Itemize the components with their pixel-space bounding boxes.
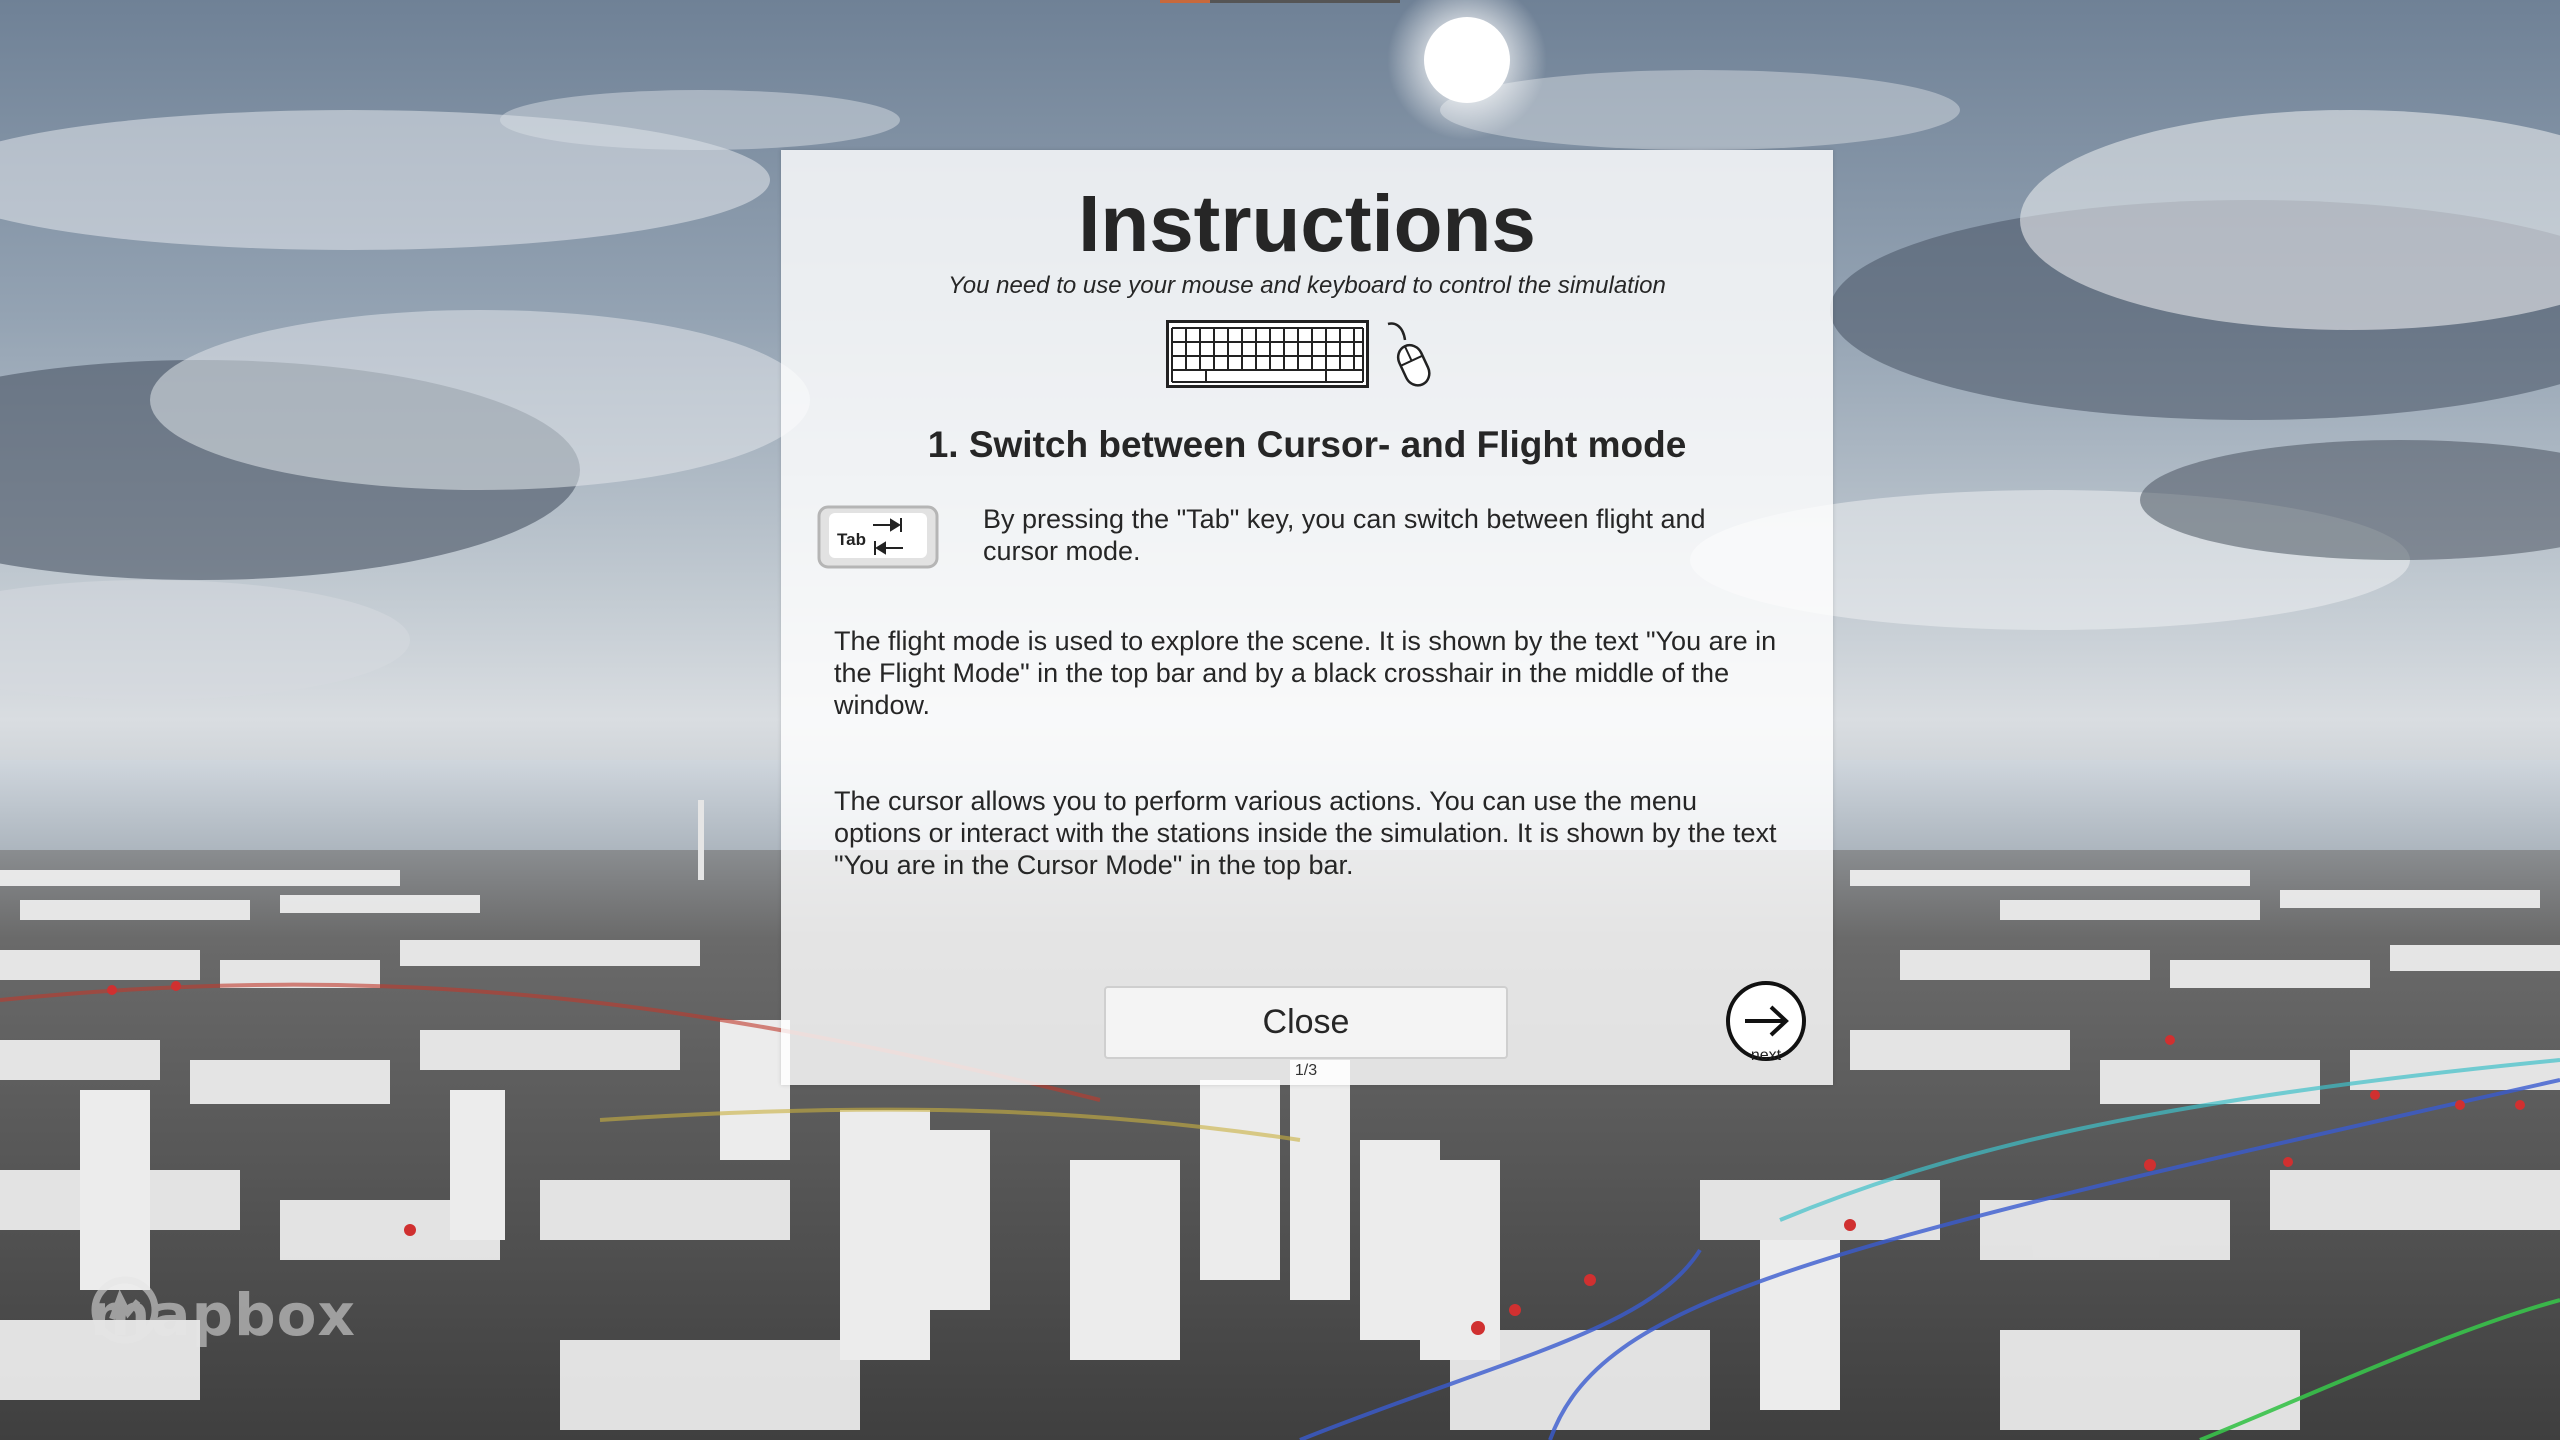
tv-tower	[698, 800, 704, 880]
tab-key-icon: Tab	[817, 505, 939, 569]
instructions-dialog: Instructions You need to use your mouse …	[781, 150, 1833, 1085]
page-indicator: 1/3	[1294, 1062, 1318, 1079]
cursor-mode-description: The cursor allows you to perform various…	[834, 786, 1777, 880]
dialog-title: Instructions	[1078, 179, 1536, 268]
section-heading: 1. Switch between Cursor- and Flight mod…	[927, 424, 1687, 465]
keyboard-icon	[1166, 320, 1369, 388]
next-label: next	[1750, 1047, 1782, 1064]
mapbox-watermark: mapbox	[90, 1275, 356, 1355]
mouse-icon	[1387, 322, 1431, 387]
dialog-subtitle: You need to use your mouse and keyboard …	[948, 272, 1666, 299]
sun	[1424, 17, 1510, 103]
tab-key-description: By pressing the "Tab" key, you can switc…	[983, 504, 1706, 566]
flight-mode-description: The flight mode is used to explore the s…	[834, 626, 1777, 720]
mapbox-logo-icon	[91, 1276, 159, 1344]
close-button[interactable]: Close	[1104, 986, 1508, 1059]
top-progress-bar	[1160, 0, 1400, 3]
tab-key-label: Tab	[837, 530, 866, 549]
